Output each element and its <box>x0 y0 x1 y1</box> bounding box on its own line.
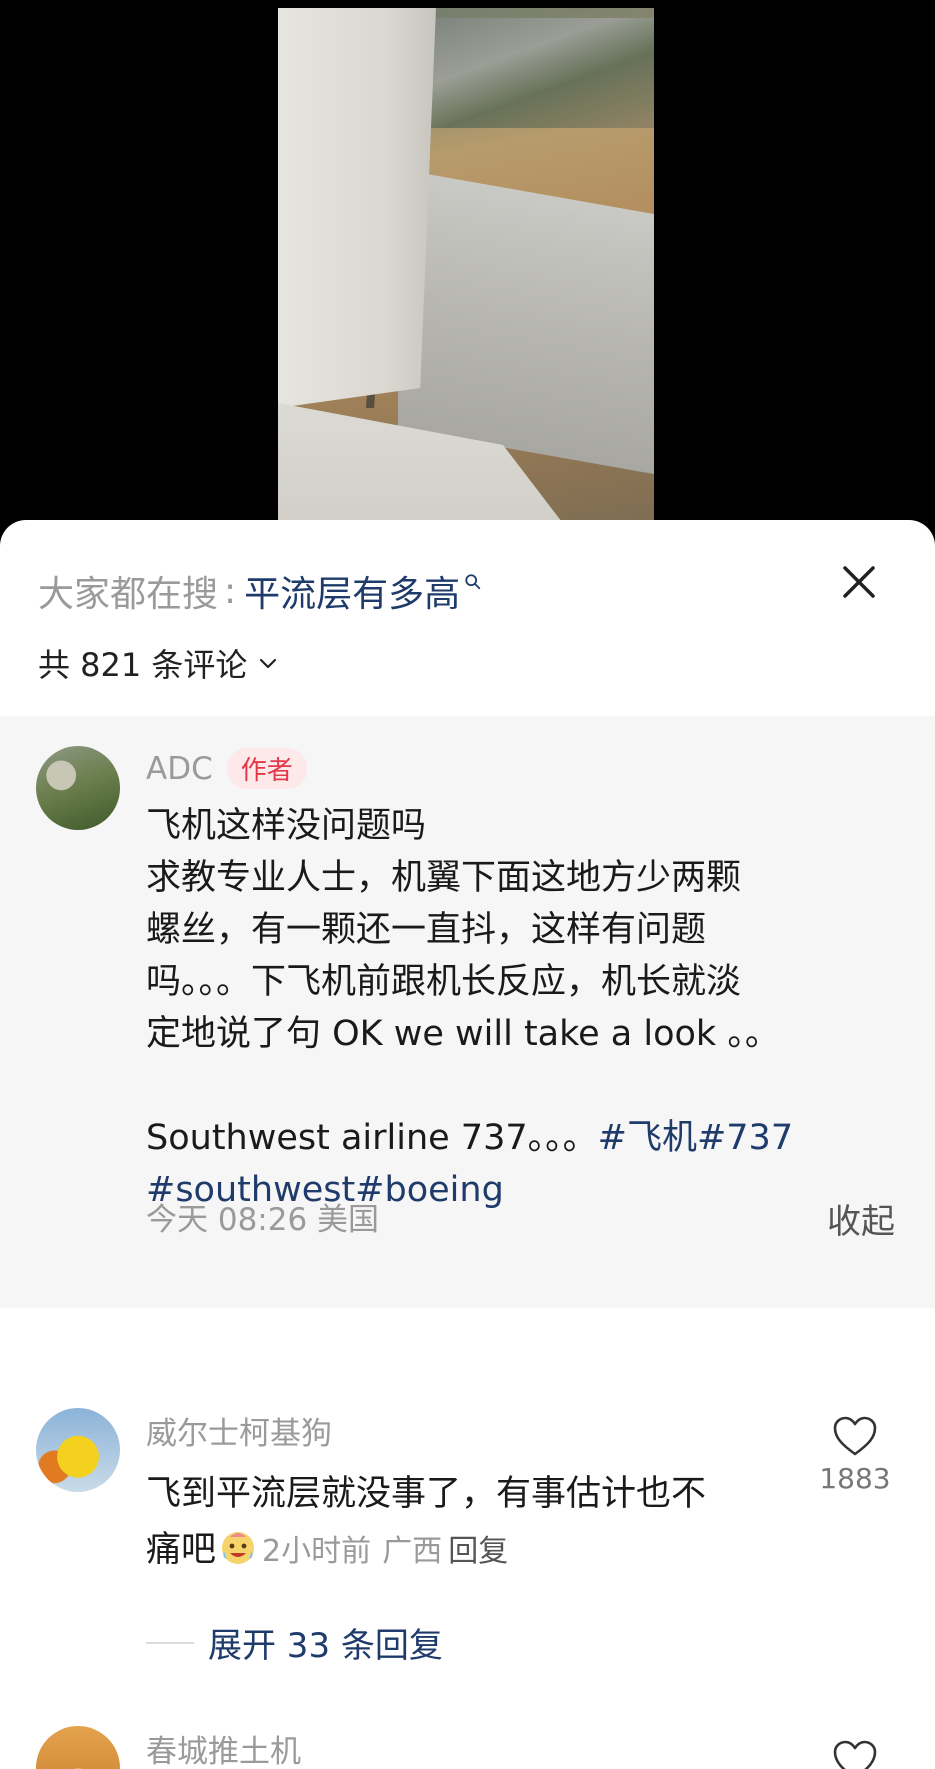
like-button[interactable]: 1883 <box>815 1414 895 1495</box>
comment-item: 春城推土机 <box>0 1726 935 1769</box>
expand-replies-button[interactable]: 展开 33 条回复 <box>146 1618 443 1667</box>
comment-body[interactable]: 飞到平流层就没事了，有事估计也不 痛吧 2小时前 广西 回复 <box>146 1466 786 1580</box>
comment-header: 威尔士柯基狗 <box>146 1408 332 1453</box>
comments-sheet: 大家都在搜 : 平流层有多高 共 821 条评论 ADC 作者 飞机这样没问题吗… <box>0 520 935 1769</box>
trending-search-prefix: 大家都在搜 <box>38 574 219 615</box>
photo-roads <box>428 18 654 128</box>
media-area[interactable] <box>0 0 935 540</box>
comment-line: 吗。。。下飞机前跟机长反应，机长就淡 <box>146 962 742 1002</box>
comment-line: 定地说了句 OK we will take a look 。。 <box>146 1014 780 1054</box>
comment-count-sort[interactable]: 共 821 条评论 <box>38 640 279 686</box>
comment-line: 求教专业人士，机翼下面这地方少两颗 <box>146 858 742 898</box>
divider-line <box>146 1641 194 1644</box>
avatar[interactable] <box>36 1408 120 1492</box>
trending-search-separator: : <box>224 570 237 612</box>
hashtag-link[interactable]: #飞机#737 <box>598 1118 793 1158</box>
close-button[interactable] <box>833 556 885 608</box>
crying-laughing-emoji-icon <box>222 1532 255 1564</box>
comment-location: 广西 <box>382 1534 443 1569</box>
comment-line: Southwest airline 737。。。#飞机#737 <box>146 1112 876 1164</box>
airplane-wing-photo <box>278 8 654 528</box>
collapse-button[interactable]: 收起 <box>827 1194 895 1243</box>
comment-count: 共 821 条评论 <box>38 646 248 684</box>
comment-line: 螺丝，有一颗还一直抖，这样有问题 <box>146 910 707 950</box>
user-name[interactable]: 威尔士柯基狗 <box>146 1408 332 1453</box>
comment-header: ADC 作者 <box>146 748 307 789</box>
comment-meta: 今天 08:26 美国 <box>146 1202 380 1238</box>
like-button[interactable] <box>815 1738 895 1769</box>
comment-line: 痛吧 2小时前 广西 回复 <box>146 1522 786 1580</box>
user-name[interactable]: 春城推土机 <box>146 1726 301 1769</box>
comment-item: 威尔士柯基狗 飞到平流层就没事了，有事估计也不 痛吧 2小时前 广西 回复 188… <box>0 1408 935 1718</box>
avatar[interactable] <box>36 1726 120 1769</box>
expand-replies-label: 展开 33 条回复 <box>208 1626 443 1666</box>
comment-line: 飞到平流层就没事了，有事估计也不 <box>146 1474 707 1514</box>
trending-search[interactable]: 大家都在搜 : 平流层有多高 <box>38 566 482 616</box>
photo-winglet <box>278 8 436 408</box>
avatar[interactable] <box>36 746 120 830</box>
author-badge: 作者 <box>226 748 307 789</box>
heart-outline-icon <box>833 1416 877 1456</box>
close-icon <box>843 566 875 598</box>
comment-body: 飞机这样没问题吗 求教专业人士，机翼下面这地方少两颗 螺丝，有一颗还一直抖，这样… <box>146 800 876 1216</box>
trending-search-term[interactable]: 平流层有多高 <box>244 565 460 617</box>
heart-outline-icon <box>833 1740 877 1769</box>
comment-text: Southwest airline 737。。。 <box>146 1118 598 1158</box>
comment-time: 2小时前 <box>262 1534 372 1569</box>
comment-line: 飞机这样没问题吗 <box>146 806 427 846</box>
comment-text: 痛吧 <box>146 1530 217 1570</box>
pinned-author-comment: ADC 作者 飞机这样没问题吗 求教专业人士，机翼下面这地方少两颗 螺丝，有一颗… <box>0 716 935 1308</box>
user-name[interactable]: ADC <box>146 751 213 787</box>
chevron-down-icon <box>260 658 277 669</box>
comment-header: 春城推土机 <box>146 1726 301 1769</box>
like-count: 1883 <box>819 1462 891 1495</box>
search-icon <box>465 574 481 590</box>
reply-button[interactable]: 回复 <box>448 1534 508 1569</box>
